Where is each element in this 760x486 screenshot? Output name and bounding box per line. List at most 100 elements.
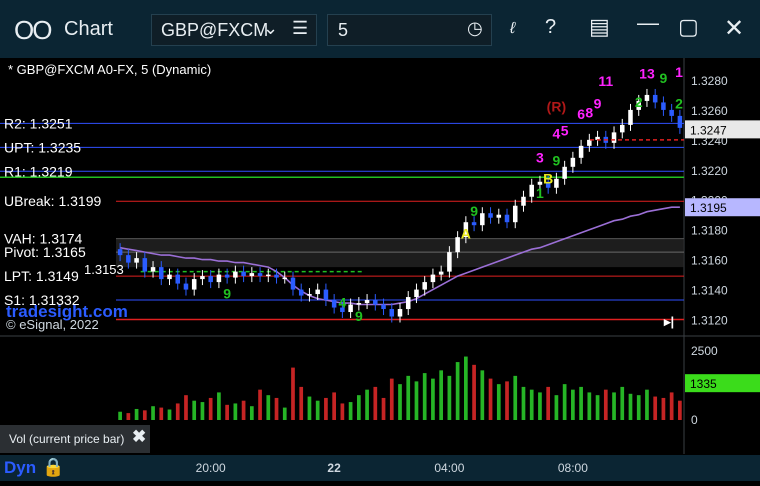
candle-body [430,274,436,283]
price-tick-label: 1.3280 [691,74,728,88]
page-setup-icon[interactable]: ▤ [589,14,610,40]
volume-bar [414,381,419,420]
volume-bar [398,384,402,420]
candle-body [249,273,255,277]
volume-bar [562,384,567,420]
value-area-band [116,238,684,268]
candle-body [348,304,353,313]
price-tick-label: 1.3220 [691,164,728,178]
volume-bar [472,364,476,420]
volume-bar [628,393,633,420]
volume-bar [142,410,147,420]
candle-body [117,249,123,256]
study-annotation: 9 [470,203,478,219]
menu-icon[interactable]: ☰ [292,18,308,39]
close-icon[interactable]: ✕ [724,14,744,43]
title-bar: OO Chart GBP@FXCM ⌄ ☰ 5 ◷ ℓ ? ▤ — ▢ ✕ [0,0,760,58]
interval-selector[interactable]: 5 ◷ [327,14,492,46]
volume-bar [587,392,592,420]
volume-bar [645,389,649,420]
volume-bar [603,389,608,420]
volume-bar [488,378,493,420]
price-chart[interactable]: R2: 1.3251 UPT: 1.3235 R1: 1.3219 UBreak: 1… [0,58,760,481]
candle-body [331,300,337,308]
volume-bar [571,389,575,420]
volume-bar [299,386,304,420]
volume-bar [208,397,213,420]
candle-body [233,271,238,278]
symbol-selector[interactable]: GBP@FXCM ⌄ ☰ [151,14,317,46]
volume-bar [620,386,625,420]
candle-body [167,274,172,280]
candle-body [405,297,411,310]
lock-icon[interactable]: 🔒 [42,457,64,478]
candle-body [224,274,230,278]
volume-bar [513,375,518,420]
candle-body [488,213,493,218]
volume-bar [595,395,600,420]
volume-bar [175,403,180,420]
volume-bar [307,396,312,420]
candle-body [562,166,567,179]
chart-window-icon: OO [14,15,52,45]
volume-bar [356,395,361,420]
volume-bar [348,402,353,420]
dynamic-mode-label[interactable]: Dyn [4,458,36,478]
study-annotation: 11 [598,73,613,89]
volume-bar [184,395,188,420]
study-annotation: 1 [675,64,683,80]
minimize-icon[interactable]: — [637,10,659,36]
volume-tick-label: 2500 [691,344,718,358]
candle-body [677,115,683,128]
study-annotation: 3 [536,149,544,165]
drawing-tool-icon[interactable]: ℓ [510,20,515,38]
candle-body [150,267,156,272]
candle-body [669,109,674,116]
volume-bar [373,386,378,420]
volume-current-label: 1335 [690,377,717,391]
help-icon[interactable]: ? [545,16,556,39]
level-label: Pivot: 1.3165 [4,244,86,260]
volume-bar [233,403,238,420]
volume-bar [159,407,164,420]
level-label: R2: 1.3251 [4,115,73,131]
maximize-icon[interactable]: ▢ [678,14,699,40]
candle-body [298,289,304,296]
candle-body [266,274,271,277]
volume-bar [678,400,682,420]
volume-bar [480,370,485,420]
level-label: R1: 1.3219 [4,163,73,179]
study-annotation: 2 [635,94,643,110]
volume-bar [579,386,583,420]
hidden-level-label: 1.3153 [84,262,124,277]
volume-bar [126,413,131,420]
volume-bar [266,395,271,420]
volume-bar [200,402,205,420]
candle-body [628,109,633,125]
price-tick-label: 1.3260 [691,104,728,118]
study-annotation: 13 [639,65,655,81]
candle-body [652,94,658,103]
volume-tick-label: 0 [691,413,698,427]
candle-body [183,283,189,290]
candle-body [290,277,296,290]
study-annotation: B [543,170,553,186]
study-annotation: 4 [553,125,561,141]
time-axis-bar: Dyn 🔒 20:00 22 04:00 08:00 [0,455,760,481]
chart-area[interactable]: R2: 1.3251 UPT: 1.3235 R1: 1.3219 UBreak: 1… [0,58,760,481]
candle-body [504,214,510,223]
candle-body [661,102,666,110]
volume-bar [669,392,674,420]
close-study-icon[interactable]: ✖ [132,427,146,447]
candle-body [282,277,288,280]
volume-bar [431,378,435,420]
volume-bar [118,411,122,420]
level-label: LPT: 1.3149 [4,268,79,284]
candle-body [422,282,427,290]
clock-icon[interactable]: ◷ [467,18,483,39]
chevron-down-icon[interactable]: ⌄ [263,18,278,39]
volume-bar [274,397,279,420]
candle-body [447,252,452,272]
volume-bar [521,386,526,420]
candle-body [496,214,502,218]
